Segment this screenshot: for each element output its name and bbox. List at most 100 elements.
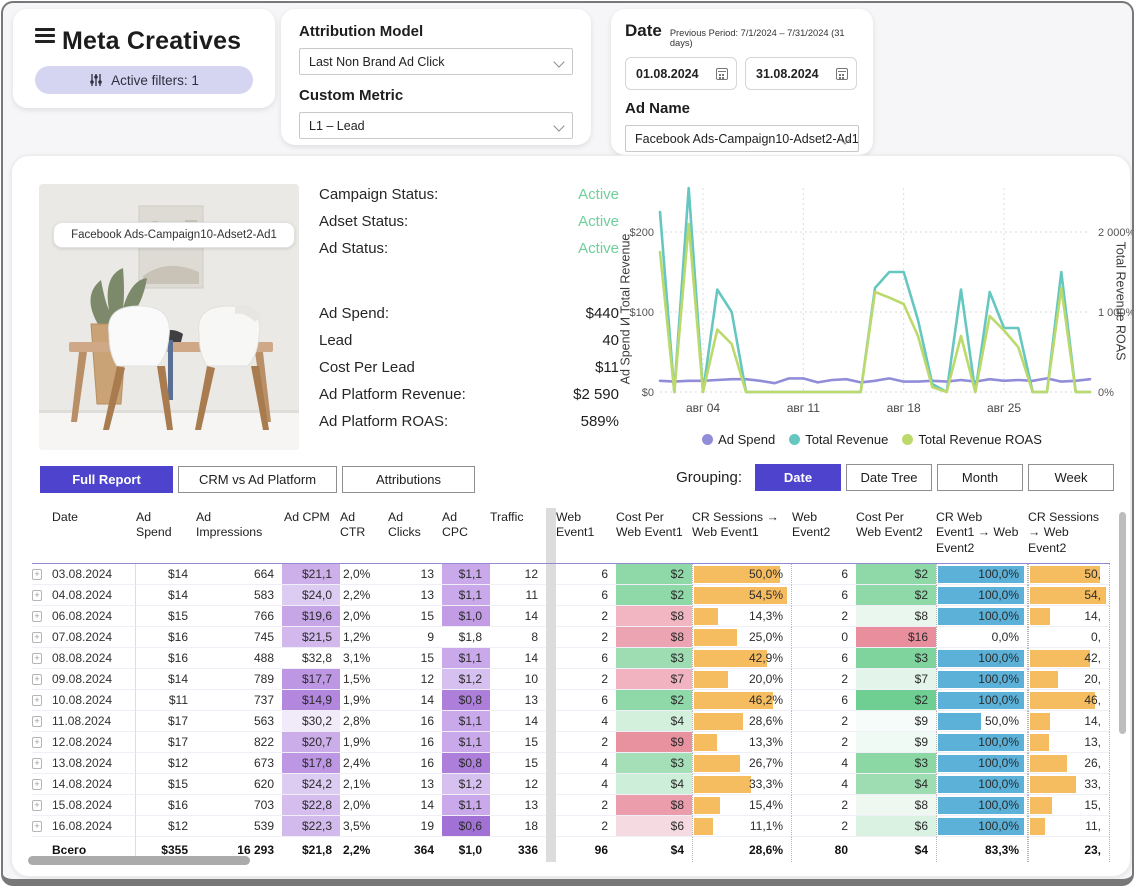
cr-value: 33, (1084, 777, 1101, 791)
svg-text:авг 04: авг 04 (686, 401, 720, 415)
active-filters-chip[interactable]: Active filters: 1 (35, 66, 253, 94)
expand-row-button[interactable]: + (32, 590, 42, 601)
cr-we1-we2-cell: 83,3% (936, 837, 1028, 862)
expand-row-button[interactable]: + (32, 695, 42, 706)
grouping-month[interactable]: Month (937, 464, 1023, 491)
clicks-cell: 16 (388, 732, 442, 753)
cost-web-event1-cell: $4 (616, 711, 692, 732)
date-from-input[interactable]: 01.08.2024 (625, 57, 737, 90)
ad-spend-cell: $12 (136, 816, 196, 837)
status-block: Campaign Status:ActiveAdset Status:Activ… (319, 186, 619, 440)
expand-row-button[interactable]: + (32, 821, 42, 832)
hamburger-menu-icon[interactable] (35, 25, 55, 46)
ad-spend-cell: $17 (136, 732, 196, 753)
traffic-cell: 12 (490, 774, 546, 795)
expand-row-button[interactable]: + (32, 779, 42, 790)
column-header: Ad CPM (282, 508, 340, 564)
cr-sessions-we2-cell: 0, (1028, 627, 1110, 648)
cr-sessions-we2-cell: 13, (1028, 732, 1110, 753)
cr-sessions-we2-cell: 33, (1028, 774, 1110, 795)
cr-value: 100,0% (978, 756, 1019, 770)
expand-row-button[interactable]: + (32, 758, 42, 769)
cpm-cell: $14,9 (282, 690, 340, 711)
traffic-cell: 14 (490, 711, 546, 732)
custom-metric-select[interactable]: L1 – Lead (299, 112, 573, 139)
expand-row-button[interactable]: + (32, 674, 42, 685)
tab-crm-vs-ad-platform[interactable]: CRM vs Ad Platform (178, 466, 337, 493)
cr-sessions-we2-cell: 14, (1028, 711, 1110, 732)
cost-web-event2-cell: $7 (856, 669, 936, 690)
cpc-cell: $0,8 (442, 690, 490, 711)
cost-web-event1-cell: $4 (616, 837, 692, 862)
cost-web-event2-cell: $2 (856, 585, 936, 606)
column-header: Ad Spend (136, 508, 196, 564)
expand-row-button[interactable]: + (32, 737, 42, 748)
date-cell: 04.08.2024 (50, 585, 136, 606)
vertical-scrollbar[interactable] (1119, 512, 1126, 734)
metric-label: Cost Per Lead (319, 359, 415, 386)
cpc-cell: $1,1 (442, 585, 490, 606)
row-cell: + (32, 816, 50, 837)
cr-we1-we2-cell: 100,0% (936, 585, 1028, 606)
traffic-cell: 18 (490, 816, 546, 837)
cr-value: 26,7% (749, 756, 783, 770)
web-event1-cell: 6 (556, 690, 616, 711)
orange-bar (1030, 818, 1045, 835)
orange-bar (1030, 755, 1067, 772)
ctr-cell: 3,5% (340, 816, 388, 837)
impressions-cell: 822 (196, 732, 282, 753)
calendar-icon[interactable] (716, 68, 728, 80)
expand-row-button[interactable]: + (32, 800, 42, 811)
cost-web-event2-cell: $6 (856, 816, 936, 837)
grouping-date[interactable]: Date (755, 464, 841, 491)
expand-row-button[interactable]: + (32, 632, 42, 643)
horizontal-scrollbar[interactable] (28, 856, 250, 865)
cr-sessions-we2-cell: 15, (1028, 795, 1110, 816)
tab-attributions[interactable]: Attributions (342, 466, 475, 493)
cpm-cell: $20,7 (282, 732, 340, 753)
web-event2-cell: 80 (792, 837, 856, 862)
traffic-cell: 14 (490, 648, 546, 669)
cpm-cell: $24,0 (282, 585, 340, 606)
date-cell: 09.08.2024 (50, 669, 136, 690)
grouping-date-tree[interactable]: Date Tree (846, 464, 932, 491)
traffic-cell: 13 (490, 690, 546, 711)
cr-sessions-we2-cell: 42, (1028, 648, 1110, 669)
column-header: Ad CPC (442, 508, 490, 564)
orange-bar (694, 629, 737, 646)
cr-value: 15, (1084, 798, 1101, 812)
date-cell: 07.08.2024 (50, 627, 136, 648)
cpm-cell: $32,8 (282, 648, 340, 669)
column-header: Cost Per Web Event1 (616, 508, 692, 564)
date-to-input[interactable]: 31.08.2024 (745, 57, 857, 90)
ad-spend-cell: $16 (136, 627, 196, 648)
cr-value: 23, (1084, 843, 1101, 857)
calendar-icon[interactable] (836, 68, 848, 80)
ad-name-select[interactable]: Facebook Ads-Campaign10-Adset2-Ad1 (625, 125, 859, 152)
orange-bar (1030, 608, 1050, 625)
cr-value: 26, (1084, 756, 1101, 770)
expand-row-button[interactable]: + (32, 653, 42, 664)
status-label: Campaign Status: (319, 186, 438, 213)
performance-chart: Ad Spend И Total Revenue Total Revenue R… (612, 174, 1132, 460)
cpm-cell: $21,1 (282, 564, 340, 585)
ctr-cell: 2,0% (340, 606, 388, 627)
date-cell: 06.08.2024 (50, 606, 136, 627)
expand-row-button[interactable]: + (32, 611, 42, 622)
app-window: Meta Creatives Active filters: 1 Attribu… (1, 1, 1134, 886)
clicks-cell: 16 (388, 711, 442, 732)
web-event2-cell: 4 (792, 774, 856, 795)
ad-creative-image: Facebook Ads-Campaign10-Adset2-Ad1 (39, 184, 299, 450)
web-event1-cell: 2 (556, 606, 616, 627)
metric-row: Lead40 (319, 332, 619, 359)
cr-sessions-we2-cell: 46, (1028, 690, 1110, 711)
attribution-model-select[interactable]: Last Non Brand Ad Click (299, 48, 573, 75)
grouping-week[interactable]: Week (1028, 464, 1114, 491)
cost-web-event2-cell: $8 (856, 795, 936, 816)
expand-row-button[interactable]: + (32, 716, 42, 727)
cr-value: 100,0% (978, 693, 1019, 707)
row-cell: + (32, 627, 50, 648)
expand-row-button[interactable]: + (32, 569, 42, 580)
tab-full-report[interactable]: Full Report (40, 466, 173, 493)
cr-sessions-we2-cell: 50, (1028, 564, 1110, 585)
